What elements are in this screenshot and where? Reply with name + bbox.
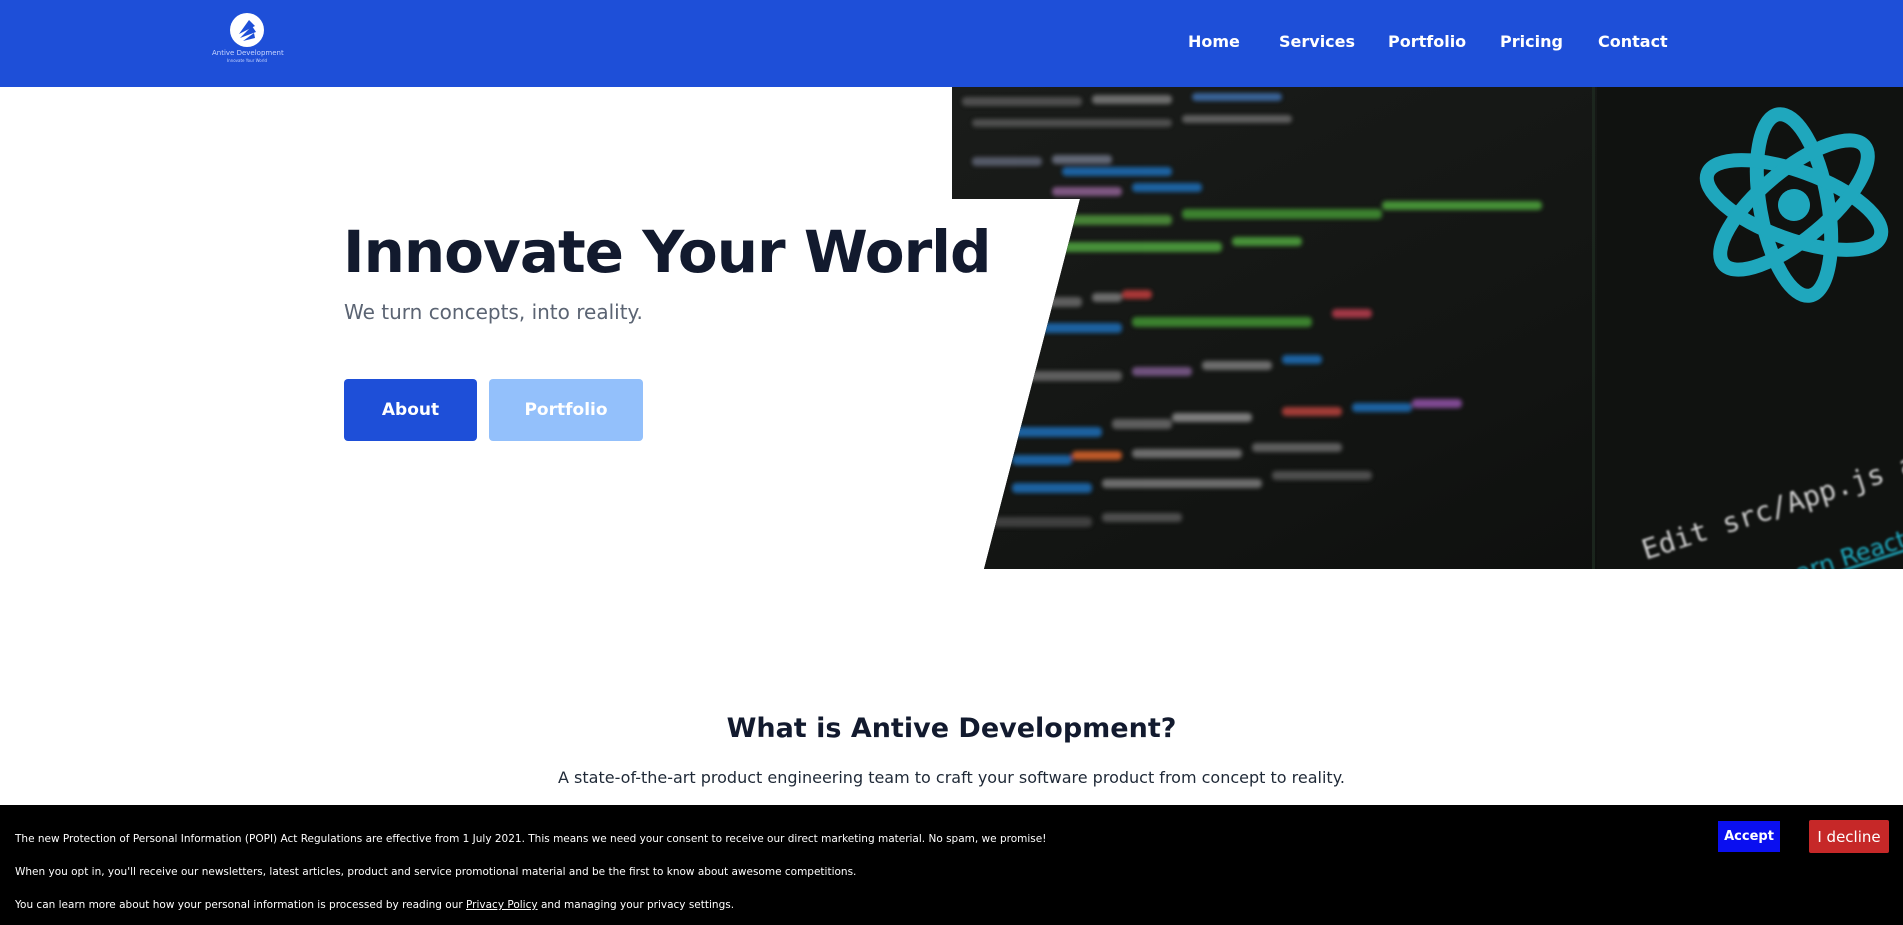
cookie-text-line-1: The new Protection of Personal Informati…	[15, 833, 1047, 845]
brand-logo[interactable]: Antive Development Innovate Your World	[212, 12, 284, 72]
cookie-decline-button[interactable]: I decline	[1809, 820, 1889, 853]
about-section-text: A state-of-the-art product engineering t…	[558, 768, 1345, 787]
cookie-consent-bar: The new Protection of Personal Informati…	[0, 805, 1903, 925]
hero-code-image: Edit src/App.js and save to Learn React	[952, 87, 1903, 569]
cookie-text-line-2: When you opt in, you'll receive our news…	[15, 866, 857, 878]
cookie-text-line-3: You can learn more about how your person…	[15, 899, 734, 911]
portfolio-button[interactable]: Portfolio	[489, 379, 643, 441]
about-button[interactable]: About	[344, 379, 477, 441]
hero-subtitle: We turn concepts, into reality.	[344, 300, 643, 324]
nav-services[interactable]: Services	[1279, 32, 1355, 51]
cookie-line-3-suffix: and managing your privacy settings.	[540, 899, 735, 911]
nav-contact[interactable]: Contact	[1598, 32, 1668, 51]
logo-brand-name: Antive Development	[212, 49, 284, 57]
logo-tagline: Innovate Your World	[226, 58, 268, 63]
privacy-policy-link[interactable]: Privacy Policy	[466, 899, 538, 911]
nav-pricing[interactable]: Pricing	[1500, 32, 1563, 51]
logo-icon	[230, 13, 264, 47]
hero-title: Innovate Your World	[343, 218, 992, 286]
site-header: Antive Development Innovate Your World H…	[0, 0, 1903, 87]
cookie-line-3-prefix: You can learn more about how your person…	[15, 899, 463, 911]
cookie-accept-button[interactable]: Accept	[1718, 821, 1780, 852]
code-screen-illustration: Edit src/App.js and save to Learn React	[952, 87, 1903, 569]
nav-home[interactable]: Home	[1188, 32, 1240, 51]
about-section-title: What is Antive Development?	[726, 713, 1177, 744]
nav-portfolio[interactable]: Portfolio	[1388, 32, 1466, 51]
